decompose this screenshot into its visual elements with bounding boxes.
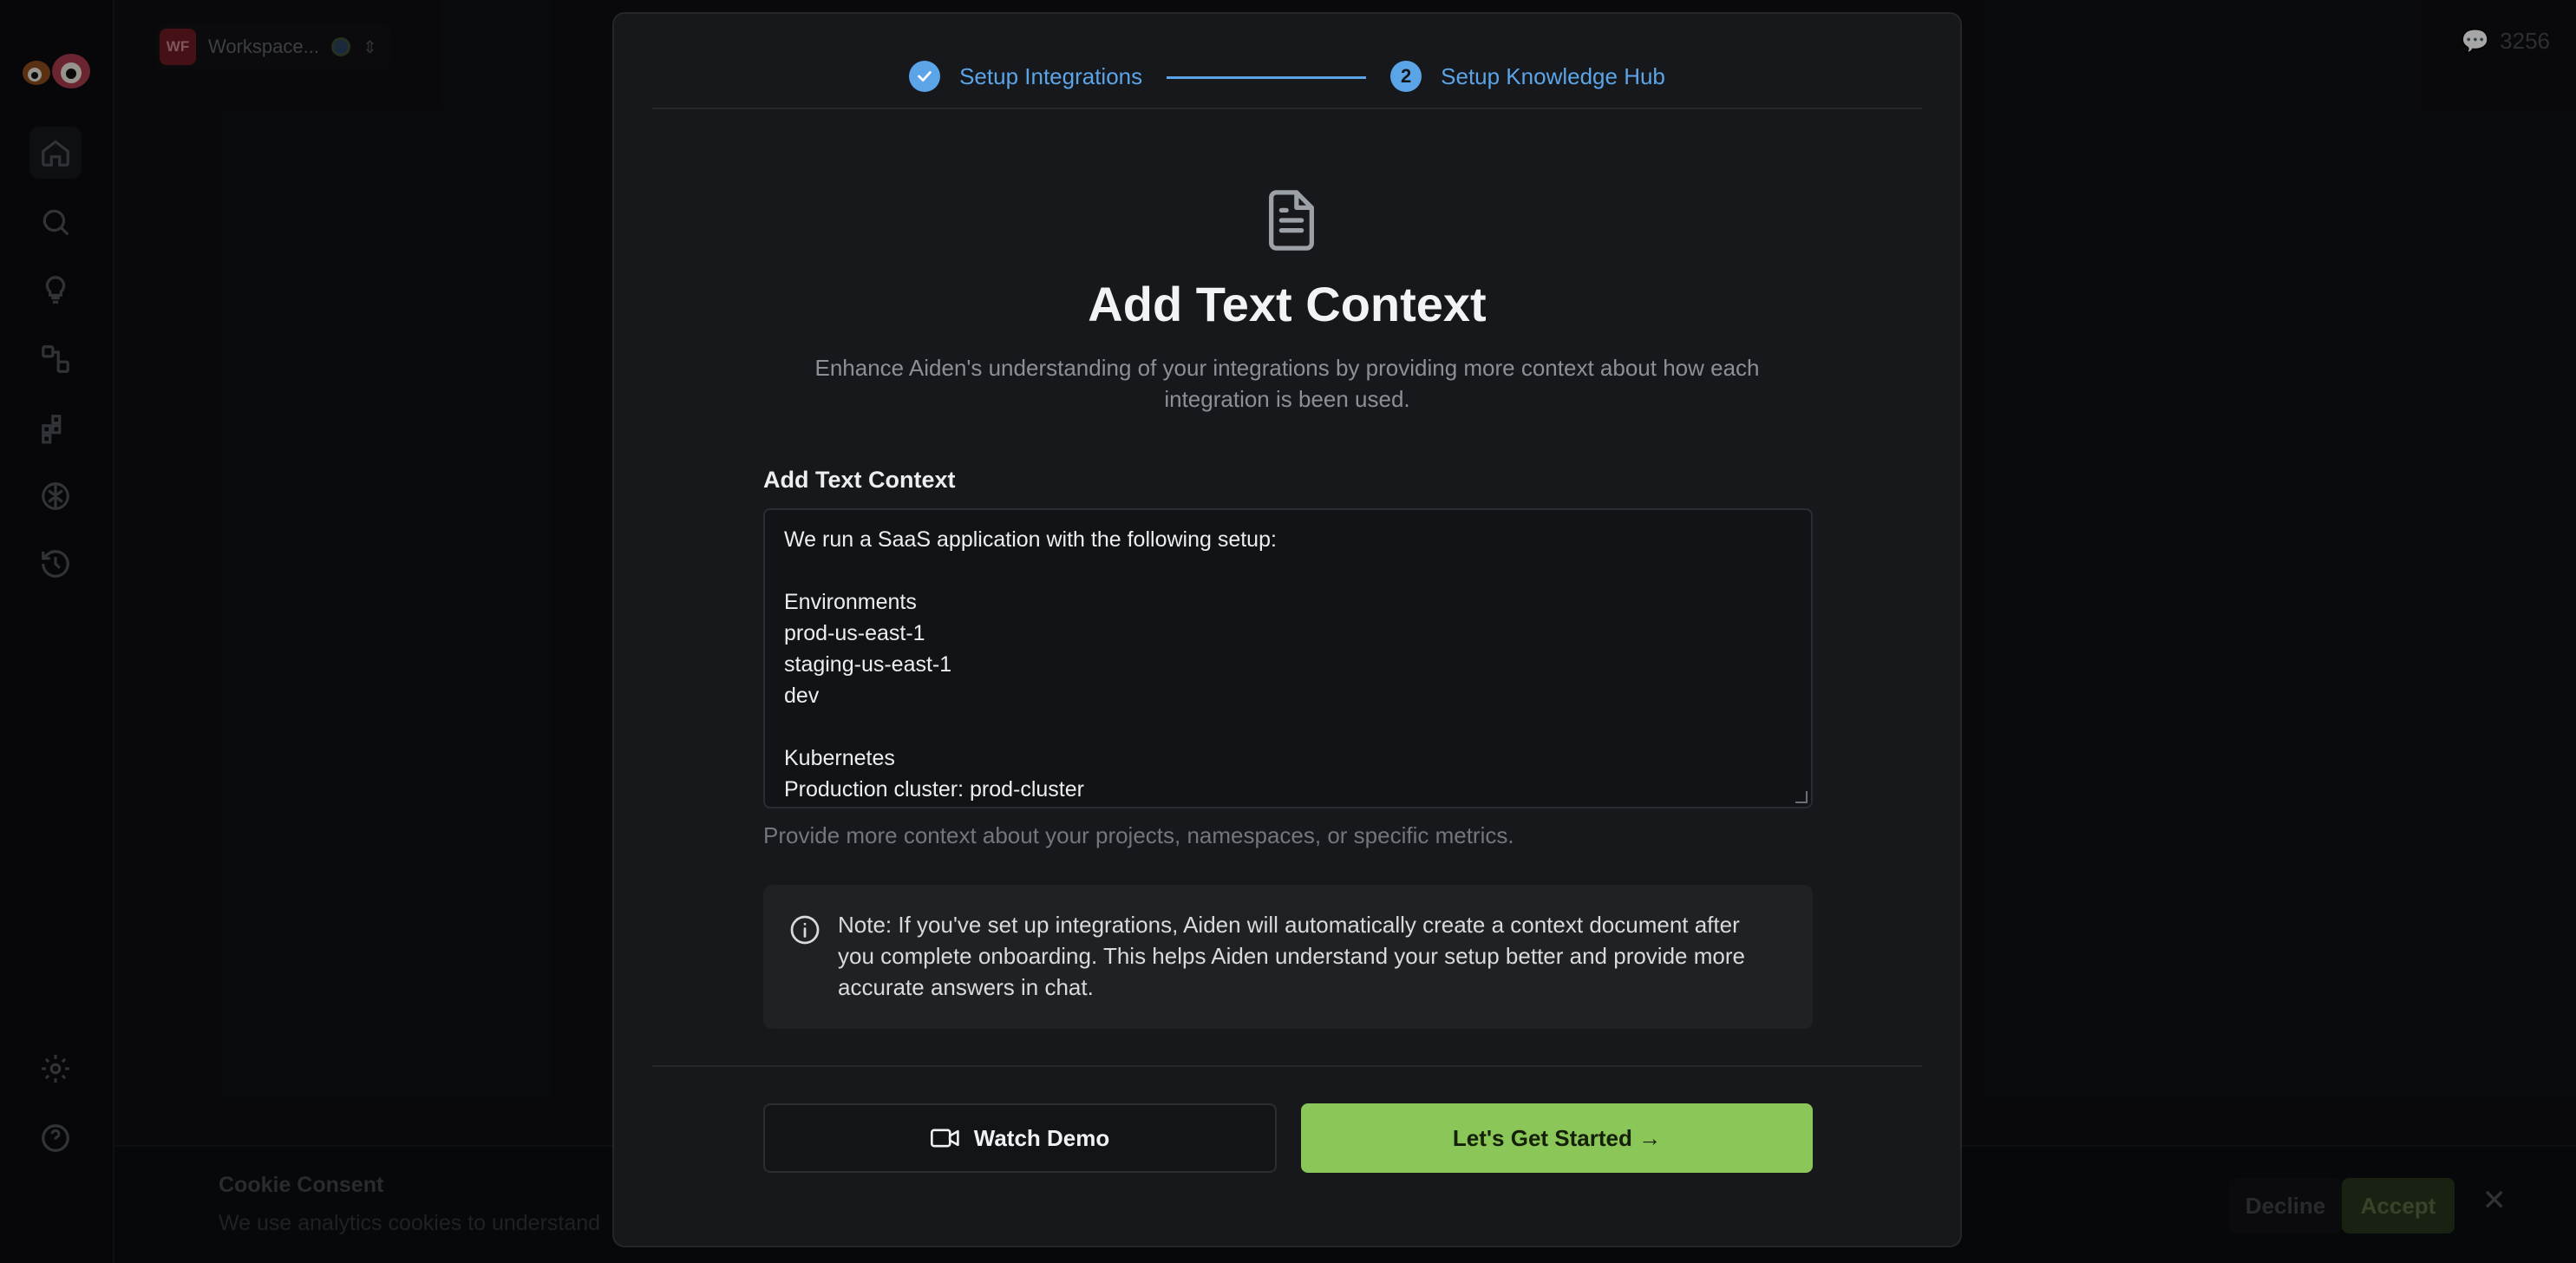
resize-handle[interactable] (1795, 791, 1808, 803)
header-divider (652, 108, 1922, 109)
modal-subtitle: Enhance Aiden's understanding of your in… (814, 355, 1760, 412)
step-setup-integrations[interactable]: Setup Integrations (909, 45, 1142, 108)
text-context-label: Add Text Context (763, 467, 956, 493)
step-check (909, 61, 941, 92)
info-icon (790, 915, 820, 945)
video-camera-icon (930, 1129, 959, 1148)
info-note: Note: If you've set up integrations, Aid… (763, 885, 1813, 1029)
note-text: Note: If you've set up integrations, Aid… (838, 912, 1745, 1000)
step-setup-knowledge-hub[interactable]: 2 Setup Knowledge Hub (1390, 45, 1665, 108)
helper-text: Provide more context about your projects… (763, 822, 1514, 848)
check-icon (918, 71, 932, 82)
footer-divider (652, 1065, 1922, 1067)
modal-title: Add Text Context (1088, 277, 1487, 331)
step-label: Setup Integrations (959, 62, 1143, 89)
step-connector (1167, 76, 1367, 79)
text-context-textarea[interactable]: We run a SaaS application with the follo… (763, 508, 1813, 808)
step-label: Setup Knowledge Hub (1441, 62, 1665, 89)
document-icon (1269, 190, 1314, 251)
stepper: Setup Integrations 2 Setup Knowledge Hub (614, 49, 1960, 113)
watch-demo-button[interactable]: Watch Demo (763, 1103, 1277, 1173)
step-number: 2 (1390, 61, 1422, 92)
get-started-button[interactable]: Let's Get Started → (1301, 1103, 1813, 1173)
watch-demo-label: Watch Demo (973, 1124, 1110, 1151)
onboarding-modal: Setup Integrations 2 Setup Knowledge Hub… (612, 12, 1962, 1247)
